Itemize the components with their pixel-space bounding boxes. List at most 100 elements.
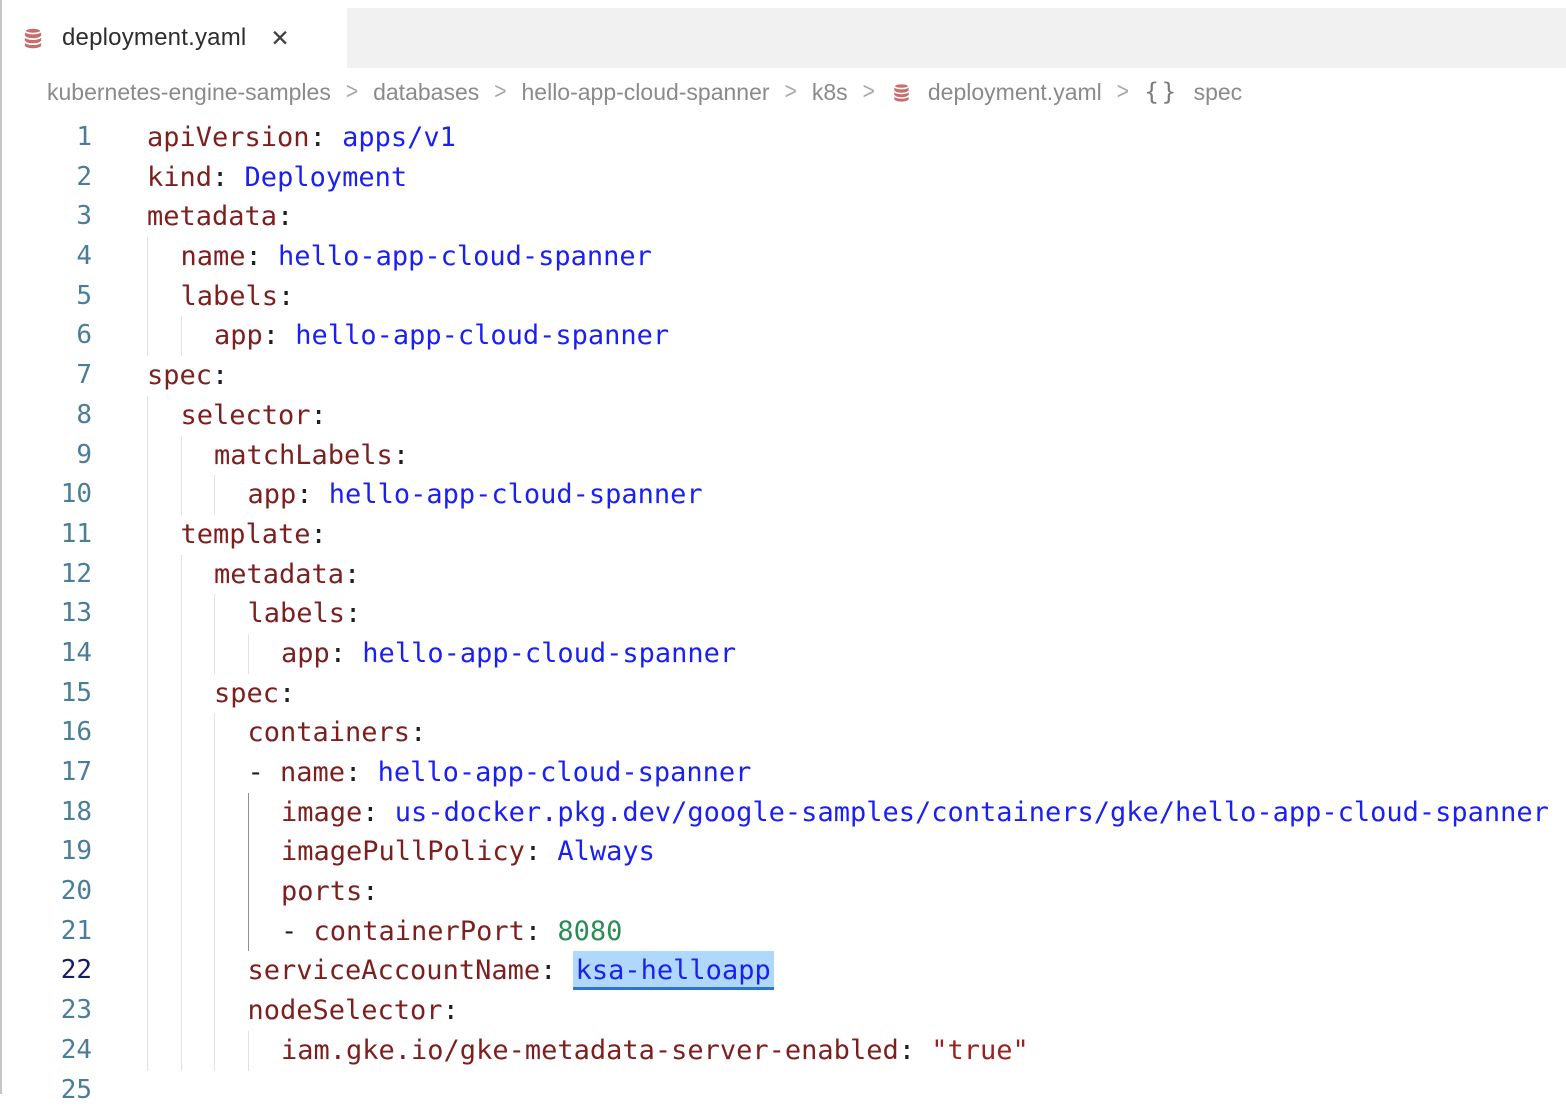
breadcrumb-item-deployment-yaml[interactable]: deployment.yaml xyxy=(928,79,1102,106)
indent-guide xyxy=(214,912,248,952)
code-tokens: containers: xyxy=(248,713,427,753)
breadcrumb-item-kubernetes-engine-samples[interactable]: kubernetes-engine-samples xyxy=(47,79,331,106)
code-line-content: kind: Deployment xyxy=(147,158,407,198)
line-number[interactable]: 25 xyxy=(2,1071,92,1110)
code-line-content: matchLabels: xyxy=(147,436,409,476)
line-number[interactable]: 13 xyxy=(2,594,92,634)
indent-guide xyxy=(181,594,215,634)
code-tokens: app: hello-app-cloud-spanner xyxy=(281,634,736,674)
line-number[interactable]: 11 xyxy=(2,515,92,555)
code-tokens: image: us-docker.pkg.dev/google-samples/… xyxy=(281,793,1549,833)
code-line[interactable]: 3 metadata: xyxy=(2,197,1566,237)
line-number[interactable]: 21 xyxy=(2,912,92,952)
code-line[interactable]: 21 - containerPort: 8080 xyxy=(2,912,1566,952)
line-number[interactable]: 9 xyxy=(2,436,92,476)
code-token: Deployment xyxy=(228,162,407,193)
line-number[interactable]: 20 xyxy=(2,872,92,912)
line-number[interactable]: 10 xyxy=(2,475,92,515)
indent-guide xyxy=(214,872,248,912)
line-number[interactable]: 18 xyxy=(2,793,92,833)
code-token: : xyxy=(330,638,346,669)
code-token: matchLabels xyxy=(214,440,393,471)
breadcrumb-item-k8s[interactable]: k8s xyxy=(812,79,848,106)
code-line[interactable]: 23nodeSelector: xyxy=(2,991,1566,1031)
indent-guide xyxy=(147,793,181,833)
code-line[interactable]: 14 app: hello-app-cloud-spanner xyxy=(2,634,1566,674)
code-line[interactable]: 7spec: xyxy=(2,356,1566,396)
line-number[interactable]: 5 xyxy=(2,277,92,317)
code-tokens: apiVersion: apps/v1 xyxy=(147,118,456,158)
code-line[interactable]: 20 ports: xyxy=(2,872,1566,912)
code-line-content: serviceAccountName: ksa-helloapp xyxy=(147,951,774,991)
line-number[interactable]: 2 xyxy=(2,158,92,198)
line-number[interactable]: 16 xyxy=(2,713,92,753)
line-number[interactable]: 17 xyxy=(2,753,92,793)
editor[interactable]: 1 apiVersion: apps/v1 2 kind: Deployment 3 me… xyxy=(2,116,1566,1110)
breadcrumb-item-spec[interactable]: spec xyxy=(1194,79,1243,106)
code-line[interactable]: 15spec: xyxy=(2,674,1566,714)
selected-token[interactable]: ksa-helloapp xyxy=(573,951,774,990)
breadcrumb-item-hello-app-cloud-spanner[interactable]: hello-app-cloud-spanner xyxy=(522,79,770,106)
line-number[interactable]: 7 xyxy=(2,356,92,396)
code-line[interactable]: 17 - name: hello-app-cloud-spanner xyxy=(2,753,1566,793)
breadcrumb-item-databases[interactable]: databases xyxy=(373,79,479,106)
code-line[interactable]: 18 image: us-docker.pkg.dev/google-sample… xyxy=(2,793,1566,833)
code-line[interactable]: 25 xyxy=(2,1071,1566,1110)
line-number[interactable]: 24 xyxy=(2,1031,92,1071)
line-number[interactable]: 14 xyxy=(2,634,92,674)
close-icon[interactable]: ✕ xyxy=(270,27,289,50)
line-number[interactable]: 15 xyxy=(2,674,92,714)
line-number[interactable]: 19 xyxy=(2,832,92,872)
code-token: labels xyxy=(248,598,346,629)
code-line[interactable]: 16 containers: xyxy=(2,713,1566,753)
code-token: - xyxy=(248,757,281,788)
indent-guide xyxy=(181,991,215,1031)
code-tokens: kind: Deployment xyxy=(147,158,407,198)
code-tokens: matchLabels: xyxy=(214,436,409,476)
code-line[interactable]: 6app: hello-app-cloud-spanner xyxy=(2,316,1566,356)
code-token: metadata xyxy=(214,559,344,590)
code-line[interactable]: 2 kind: Deployment xyxy=(2,158,1566,198)
code-line-content: app: hello-app-cloud-spanner xyxy=(147,475,703,515)
tab-deployment-yaml[interactable]: deployment.yaml ✕ xyxy=(2,8,347,68)
line-number[interactable]: 22 xyxy=(2,951,92,991)
code-token: : xyxy=(410,717,426,748)
code-line-content: selector: xyxy=(147,396,327,436)
line-number[interactable]: 12 xyxy=(2,555,92,595)
code-token: "true" xyxy=(931,1035,1029,1066)
code-line-content: name: hello-app-cloud-spanner xyxy=(147,237,652,277)
code-line[interactable]: 9 matchLabels: xyxy=(2,436,1566,476)
code-line[interactable]: 11template: xyxy=(2,515,1566,555)
code-line[interactable]: 8 selector: xyxy=(2,396,1566,436)
code-tokens: - name: hello-app-cloud-spanner xyxy=(248,753,752,793)
code-line[interactable]: 10 app: hello-app-cloud-spanner xyxy=(2,475,1566,515)
code-token: app xyxy=(214,320,263,351)
code-token: metadata xyxy=(147,201,277,232)
code-token: apiVersion xyxy=(147,122,310,153)
code-tokens: iam.gke.io/gke-metadata-server-enabled: … xyxy=(281,1031,1029,1071)
code-line[interactable]: 4 name: hello-app-cloud-spanner xyxy=(2,237,1566,277)
code-token: hello-app-cloud-spanner xyxy=(262,241,652,272)
code-line[interactable]: 19imagePullPolicy: Always xyxy=(2,832,1566,872)
code-token: : xyxy=(344,559,360,590)
line-number[interactable]: 6 xyxy=(2,316,92,356)
code-line[interactable]: 22 serviceAccountName: ksa-helloapp xyxy=(2,951,1566,991)
code-line[interactable]: 13labels: xyxy=(2,594,1566,634)
code-tokens: metadata: xyxy=(147,197,293,237)
code-line[interactable]: 1 apiVersion: apps/v1 xyxy=(2,118,1566,158)
line-number[interactable]: 8 xyxy=(2,396,92,436)
code-line[interactable]: 12 metadata: xyxy=(2,555,1566,595)
code-tokens: - containerPort: 8080 xyxy=(281,912,622,952)
line-number[interactable]: 1 xyxy=(2,118,92,158)
chevron-right-separator: > xyxy=(346,78,358,106)
code-token: nodeSelector xyxy=(248,995,443,1026)
code-line-content: ports: xyxy=(147,872,379,912)
line-number[interactable]: 3 xyxy=(2,197,92,237)
code-line-content: iam.gke.io/gke-metadata-server-enabled: … xyxy=(147,1031,1029,1071)
code-line[interactable]: 24 iam.gke.io/gke-metadata-server-enabled… xyxy=(2,1031,1566,1071)
indent-guide xyxy=(181,753,215,793)
line-number[interactable]: 4 xyxy=(2,237,92,277)
code-line[interactable]: 5labels: xyxy=(2,277,1566,317)
line-number[interactable]: 23 xyxy=(2,991,92,1031)
code-tokens: selector: xyxy=(181,396,327,436)
